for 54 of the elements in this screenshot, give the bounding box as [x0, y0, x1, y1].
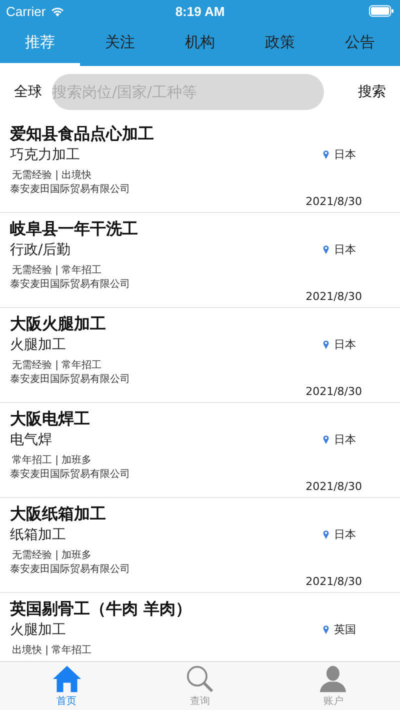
job-tags: 无需经验 | 加班多 — [10, 549, 306, 563]
job-category: 火腿加工 — [10, 621, 67, 640]
location-label: 英国 — [334, 622, 356, 637]
location-pin-icon — [323, 245, 329, 254]
company-name: 泰安麦田国际贸易有限公司 — [10, 278, 131, 292]
location-label: 日本 — [334, 242, 356, 257]
job-category: 火腿加工 — [10, 336, 67, 355]
battery-icon — [369, 5, 394, 17]
post-date: 2021/8/30 — [306, 385, 362, 398]
post-date: 2021/8/30 — [306, 195, 362, 208]
search-icon — [186, 664, 214, 692]
location-pin-icon — [323, 530, 329, 539]
job-title[interactable]: 大阪纸箱加工 — [10, 503, 306, 525]
job-title[interactable]: 英国剔骨工（牛肉 羊肉） — [10, 598, 323, 620]
location-pin-icon — [323, 150, 329, 159]
location-label: 日本 — [334, 432, 356, 447]
bottom-tab[interactable]: 首页 — [0, 662, 134, 710]
location-pin-icon — [323, 435, 329, 444]
category-tab[interactable]: 机构 — [160, 22, 240, 66]
wifi-icon — [50, 6, 65, 16]
company-name: 泰安麦田国际贸易有限公司 — [10, 183, 131, 197]
category-tab[interactable]: 公告 — [320, 22, 400, 66]
job-tags: 常年招工 | 加班多 — [10, 454, 306, 468]
category-tab[interactable]: 政策 — [240, 22, 320, 66]
job-tags: 无需经验 | 常年招工 — [10, 359, 306, 373]
job-category: 巧克力加工 — [10, 146, 81, 165]
category-tab[interactable]: 关注 — [80, 22, 160, 66]
carrier-label: Carrier — [6, 4, 46, 18]
job-category: 行政/后勤 — [10, 241, 72, 260]
person-icon — [319, 664, 348, 692]
status-time: 8:19 AM — [175, 4, 225, 18]
job-category: 电气焊 — [10, 431, 53, 450]
job-title[interactable]: 大阪电焊工 — [10, 408, 306, 430]
job-tags: 无需经验 | 出境快 — [10, 169, 306, 183]
location-label: 日本 — [334, 147, 356, 162]
job-tags: 无需经验 | 常年招工 — [10, 264, 306, 278]
company-name: 泰安麦田国际贸易有限公司 — [10, 468, 131, 482]
search-button[interactable]: 搜索 — [354, 83, 390, 101]
home-icon — [52, 664, 82, 692]
job-category: 纸箱加工 — [10, 526, 67, 545]
company-name: 泰安麦田国际贸易有限公司 — [10, 563, 131, 577]
location-pin-icon — [323, 340, 329, 349]
region-button[interactable]: 全球 — [10, 83, 46, 101]
company-name: 泰安麦田国际贸易有限公司 — [10, 373, 131, 387]
location-pin-icon — [323, 625, 329, 634]
post-date: 2021/8/30 — [306, 290, 362, 303]
location-label: 日本 — [334, 337, 356, 352]
post-date: 2021/8/30 — [306, 575, 362, 588]
location-label: 日本 — [334, 527, 356, 542]
job-title[interactable]: 岐阜县一年干洗工 — [10, 218, 306, 240]
job-title[interactable]: 大阪火腿加工 — [10, 313, 306, 335]
post-date: 2021/8/30 — [306, 480, 362, 493]
job-title[interactable]: 爱知县食品点心加工 — [10, 123, 306, 145]
job-tags: 出境快 | 常年招工 — [10, 644, 323, 658]
